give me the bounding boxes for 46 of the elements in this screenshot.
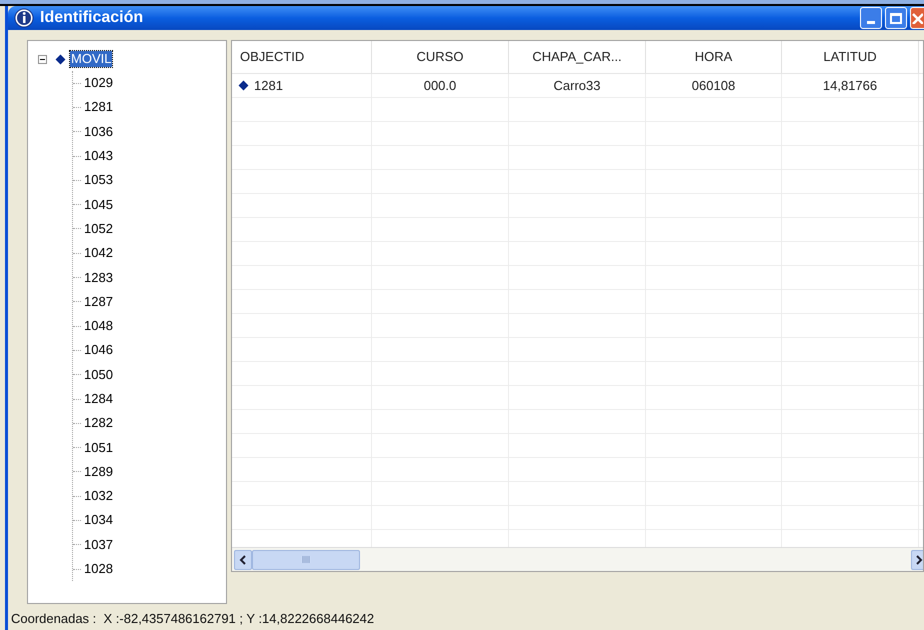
tree-item[interactable]: 1029: [84, 75, 113, 92]
tree-item[interactable]: 1052: [84, 220, 113, 237]
tree-item[interactable]: 1051: [84, 440, 113, 456]
minimize-icon: [867, 21, 875, 24]
tree-item[interactable]: MOVIL: [70, 51, 112, 67]
tree-item[interactable]: 1028: [84, 561, 113, 578]
collapse-toggle[interactable]: [38, 54, 47, 64]
grip-icon: [302, 556, 310, 563]
tree-item[interactable]: 1037: [84, 536, 113, 553]
tree-item[interactable]: 1289: [84, 464, 113, 480]
tree-item[interactable]: 1282: [84, 415, 113, 432]
status-text: Coordenadas : X :-82,4357486162791 ; Y :14,8222668446242: [11, 610, 374, 628]
table-cell-text: 14,81766: [822, 76, 878, 95]
tree-item[interactable]: 1034: [84, 512, 113, 528]
tree-item[interactable]: 1045: [84, 196, 113, 213]
table-cell-text: 060108: [692, 76, 736, 95]
minimize-button[interactable]: [860, 7, 882, 29]
tree-item[interactable]: 1036: [84, 124, 113, 140]
tree-item[interactable]: 1048: [84, 318, 113, 334]
tree-item[interactable]: 1050: [84, 366, 113, 383]
scroll-left-button[interactable]: [234, 550, 252, 570]
tree-item[interactable]: 1043: [84, 148, 113, 164]
tree-item[interactable]: 1287: [84, 294, 113, 310]
maximize-icon: [890, 12, 902, 24]
tree-item[interactable]: 1032: [84, 488, 113, 504]
scroll-right-button[interactable]: [911, 550, 923, 570]
info-icon: [14, 8, 34, 28]
column-header[interactable]: OBJECTID: [232, 41, 372, 73]
column-header[interactable]: CHAPA_CAR...: [509, 41, 646, 73]
column-header[interactable]: CURSO: [372, 41, 509, 73]
maximize-button[interactable]: [885, 7, 907, 29]
tree-item[interactable]: 1283: [84, 270, 113, 286]
tree-item[interactable]: 1284: [84, 391, 113, 407]
tree-item[interactable]: 1281: [84, 99, 113, 116]
close-button[interactable]: [910, 7, 924, 29]
table-cell-text: Carro33: [554, 76, 600, 95]
tree-item[interactable]: 1046: [84, 342, 113, 358]
table-cell-text: 1281: [254, 76, 283, 95]
column-header[interactable]: LATITUD: [782, 41, 919, 73]
close-icon: [911, 12, 923, 24]
window-title: Identificación: [40, 8, 144, 28]
tree-item[interactable]: 1042: [84, 245, 113, 262]
column-header[interactable]: HORA: [646, 41, 782, 73]
scroll-thumb[interactable]: [252, 550, 360, 570]
tree-item[interactable]: 1053: [84, 172, 113, 188]
table-cell-text: 000.0: [424, 76, 456, 95]
